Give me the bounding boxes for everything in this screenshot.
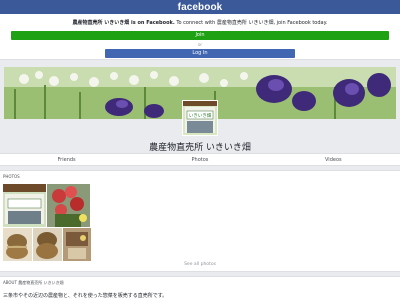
top-bar: facebook: [0, 0, 400, 14]
storefront-image: いきいき畑: [183, 101, 217, 135]
page-title: 農産物直売所 いきいき畑: [149, 143, 251, 153]
photos-heading: PHOTOS: [3, 174, 20, 179]
tab-friends[interactable]: Friends: [0, 154, 133, 165]
promo-text: 農産物直売所 いきいき畑 is on Facebook. To connect …: [0, 19, 400, 26]
photo-thumbnail[interactable]: [33, 228, 62, 261]
see-all-photos-link[interactable]: See all photos: [0, 262, 400, 267]
about-description: 三条市やその近辺の農産物と、それを使った惣菜を販売する直売所です。: [3, 293, 168, 299]
photo-thumbnail[interactable]: [63, 228, 91, 261]
photo-produce-bundle-2: [33, 228, 62, 261]
storefront-sign-text: いきいき畑: [189, 112, 212, 119]
join-promo-banner: 農産物直売所 いきいき畑 is on Facebook. To connect …: [0, 14, 400, 60]
tab-photos[interactable]: Photos: [133, 154, 266, 165]
promo-connect-text: To connect with 農産物直売所 いきいき畑, join Faceb…: [174, 20, 328, 26]
promo-page-name: 農産物直売所 いきいき畑: [72, 20, 130, 26]
about-section: ABOUT 農産物直売所 いきいき畑 三条市やその近辺の農産物と、それを使った惣…: [0, 276, 400, 300]
photo-flower-bouquet: [47, 184, 90, 227]
tab-videos[interactable]: Videos: [267, 154, 400, 165]
photos-section: PHOTOS See all photos: [0, 170, 400, 272]
photo-produce-bundle: [3, 228, 32, 261]
login-button[interactable]: Log In: [105, 49, 295, 58]
about-heading: ABOUT 農産物直売所 いきいき畑: [3, 280, 64, 285]
photo-storefront: [3, 184, 46, 227]
profile-picture[interactable]: いきいき畑: [182, 100, 218, 136]
photo-thumbnail[interactable]: [3, 228, 32, 261]
photo-thumbnail[interactable]: [47, 184, 90, 227]
page-tabs: Friends Photos Videos: [0, 153, 400, 166]
promo-on-facebook: is on Facebook.: [129, 20, 175, 26]
join-button[interactable]: Join: [11, 31, 389, 40]
facebook-logo[interactable]: facebook: [178, 2, 223, 13]
photo-shop-interior: [63, 228, 91, 261]
or-separator: or: [197, 42, 203, 47]
photo-thumbnail[interactable]: [3, 184, 46, 227]
